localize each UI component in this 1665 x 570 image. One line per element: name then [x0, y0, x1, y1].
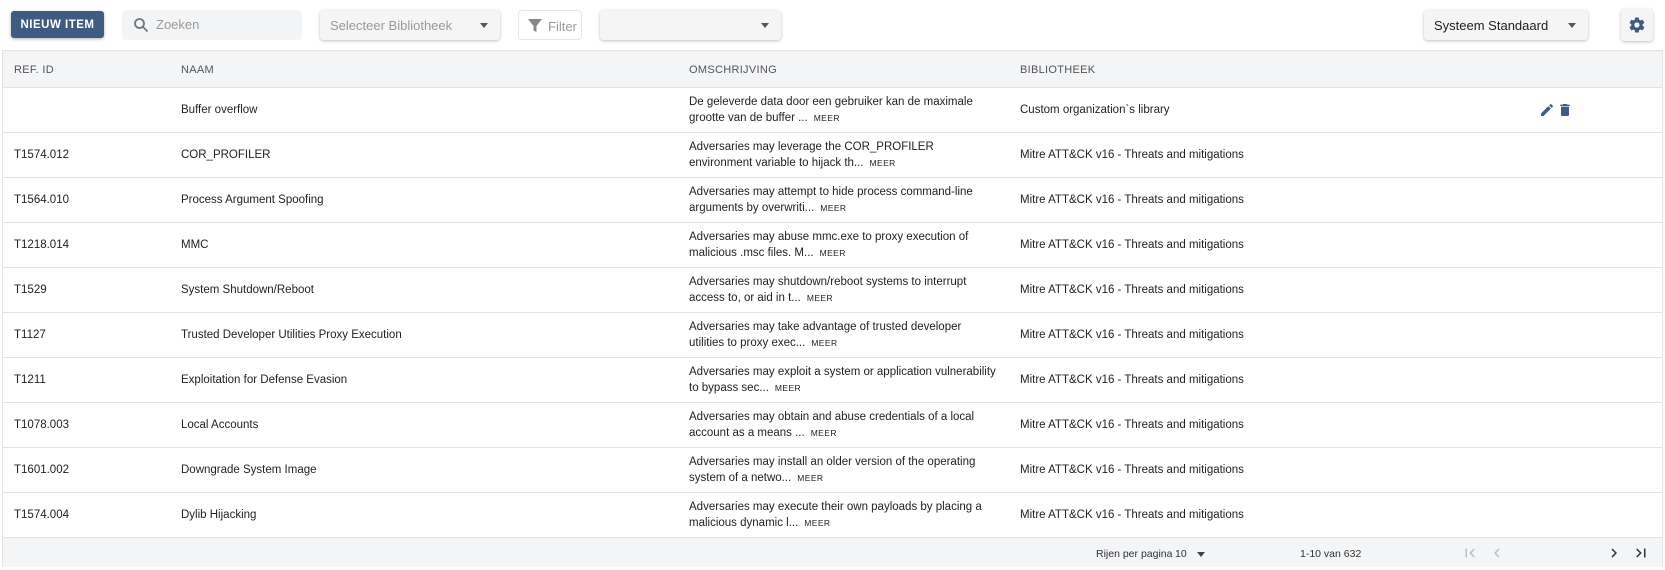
name-cell: Exploitation for Defense Evasion [181, 374, 348, 386]
table-row[interactable]: T1529 System Shutdown/Reboot Adversaries… [3, 268, 1662, 313]
description-cell: Adversaries may exploit a system or appl… [689, 365, 999, 396]
table-row[interactable]: T1127 Trusted Developer Utilities Proxy … [3, 313, 1662, 358]
trash-icon[interactable] [1557, 102, 1573, 118]
description-cell: Adversaries may attempt to hide process … [689, 185, 999, 216]
new-item-button[interactable]: NIEUW ITEM [11, 11, 104, 38]
name-cell: Downgrade System Image [181, 464, 317, 476]
description-cell: Adversaries may abuse mmc.exe to proxy e… [689, 230, 999, 261]
more-link[interactable]: MEER [804, 518, 830, 528]
column-header-description[interactable]: OMSCHRIJVING [689, 64, 777, 76]
name-cell: Dylib Hijacking [181, 509, 257, 521]
name-cell: Local Accounts [181, 419, 259, 431]
library-select-placeholder: Selecteer Bibliotheek [330, 18, 453, 33]
pagination-bar: Rijen per pagina 10 1-10 van 632 [3, 537, 1662, 567]
name-cell: Trusted Developer Utilities Proxy Execut… [181, 329, 402, 341]
ref-id-cell: T1078.003 [14, 419, 69, 431]
library-cell: Mitre ATT&CK v16 - Threats and mitigatio… [1020, 464, 1244, 476]
library-cell: Mitre ATT&CK v16 - Threats and mitigatio… [1020, 509, 1244, 521]
search-placeholder: Zoeken [156, 17, 200, 32]
description-cell: Adversaries may install an older version… [689, 455, 999, 486]
last-page-icon[interactable] [1632, 544, 1650, 562]
library-cell: Mitre ATT&CK v16 - Threats and mitigatio… [1020, 329, 1244, 341]
name-cell: COR_PROFILER [181, 149, 271, 161]
description-text: Adversaries may leverage the COR_PROFILE… [689, 141, 934, 169]
more-link[interactable]: MEER [797, 473, 823, 483]
rows-per-page-select[interactable]: 10 [1175, 548, 1187, 560]
ref-id-cell: T1127 [14, 329, 46, 341]
description-cell: Adversaries may obtain and abuse credent… [689, 410, 999, 441]
library-select[interactable]: Selecteer Bibliotheek [320, 10, 500, 40]
column-header-name[interactable]: NAAM [181, 64, 214, 76]
table-row[interactable]: T1218.014 MMC Adversaries may abuse mmc.… [3, 223, 1662, 268]
table-row[interactable]: T1211 Exploitation for Defense Evasion A… [3, 358, 1662, 403]
pencil-icon[interactable] [1539, 102, 1555, 118]
search-icon [133, 17, 149, 33]
library-cell: Mitre ATT&CK v16 - Threats and mitigatio… [1020, 374, 1244, 386]
description-cell: Adversaries may leverage the COR_PROFILE… [689, 140, 999, 171]
library-cell: Mitre ATT&CK v16 - Threats and mitigatio… [1020, 419, 1244, 431]
library-cell: Custom organization`s library [1020, 104, 1170, 116]
ref-id-cell: T1574.012 [14, 149, 69, 161]
table-row[interactable]: Buffer overflow De geleverde data door e… [3, 88, 1662, 133]
column-header-ref-id[interactable]: REF. ID [14, 64, 54, 76]
ref-id-cell: T1601.002 [14, 464, 69, 476]
name-cell: MMC [181, 239, 209, 251]
toolbar: NIEUW ITEM Zoeken Selecteer Bibliotheek … [0, 0, 1665, 50]
filter-label: Filter [548, 19, 577, 34]
more-link[interactable]: MEER [814, 113, 840, 123]
chevron-down-icon [761, 23, 769, 28]
prev-page-icon[interactable] [1488, 544, 1506, 562]
more-link[interactable]: MEER [807, 293, 833, 303]
library-cell: Mitre ATT&CK v16 - Threats and mitigatio… [1020, 284, 1244, 296]
more-link[interactable]: MEER [870, 158, 896, 168]
ref-id-cell: T1211 [14, 374, 46, 386]
settings-button[interactable] [1621, 9, 1653, 41]
table-row[interactable]: T1564.010 Process Argument Spoofing Adve… [3, 178, 1662, 223]
table-row[interactable]: T1078.003 Local Accounts Adversaries may… [3, 403, 1662, 448]
description-text: Adversaries may install an older version… [689, 456, 976, 484]
first-page-icon[interactable] [1461, 544, 1479, 562]
system-select[interactable]: Systeem Standaard [1424, 10, 1588, 40]
description-cell: Adversaries may execute their own payloa… [689, 500, 999, 531]
library-cell: Mitre ATT&CK v16 - Threats and mitigatio… [1020, 194, 1244, 206]
ref-id-cell: T1218.014 [14, 239, 69, 251]
row-actions [1539, 102, 1579, 120]
system-select-value: Systeem Standaard [1434, 18, 1549, 33]
name-cell: Process Argument Spoofing [181, 194, 324, 206]
description-text: Adversaries may execute their own payloa… [689, 501, 982, 529]
description-cell: Adversaries may shutdown/reboot systems … [689, 275, 999, 306]
name-cell: System Shutdown/Reboot [181, 284, 314, 296]
description-text: Adversaries may exploit a system or appl… [689, 366, 996, 394]
ref-id-cell: T1529 [14, 284, 47, 296]
table-header: REF. ID NAAM OMSCHRIJVING BIBLIOTHEEK [3, 51, 1662, 88]
filter-button[interactable]: Filter [518, 10, 582, 40]
description-cell: De geleverde data door een gebruiker kan… [689, 95, 999, 126]
ref-id-cell: T1564.010 [14, 194, 69, 206]
description-cell: Adversaries may take advantage of truste… [689, 320, 999, 351]
more-link[interactable]: MEER [775, 383, 801, 393]
chevron-down-icon[interactable] [1197, 552, 1205, 557]
more-link[interactable]: MEER [820, 248, 846, 258]
table-body: Buffer overflow De geleverde data door e… [3, 88, 1662, 538]
rows-per-page-label: Rijen per pagina [1096, 548, 1173, 560]
secondary-select[interactable] [600, 10, 781, 40]
library-cell: Mitre ATT&CK v16 - Threats and mitigatio… [1020, 239, 1244, 251]
filter-icon [527, 18, 543, 34]
table-row[interactable]: T1574.004 Dylib Hijacking Adversaries ma… [3, 493, 1662, 538]
chevron-down-icon [1568, 23, 1576, 28]
data-table: REF. ID NAAM OMSCHRIJVING BIBLIOTHEEK Bu… [2, 50, 1663, 567]
more-link[interactable]: MEER [811, 428, 837, 438]
library-cell: Mitre ATT&CK v16 - Threats and mitigatio… [1020, 149, 1244, 161]
search-input[interactable]: Zoeken [122, 10, 302, 40]
name-cell: Buffer overflow [181, 104, 258, 116]
page-range: 1-10 van 632 [1300, 548, 1362, 560]
more-link[interactable]: MEER [820, 203, 846, 213]
table-row[interactable]: T1601.002 Downgrade System Image Adversa… [3, 448, 1662, 493]
column-header-library[interactable]: BIBLIOTHEEK [1020, 64, 1095, 76]
more-link[interactable]: MEER [811, 338, 837, 348]
table-row[interactable]: T1574.012 COR_PROFILER Adversaries may l… [3, 133, 1662, 178]
ref-id-cell: T1574.004 [14, 509, 69, 521]
chevron-down-icon [480, 23, 488, 28]
next-page-icon[interactable] [1605, 544, 1623, 562]
